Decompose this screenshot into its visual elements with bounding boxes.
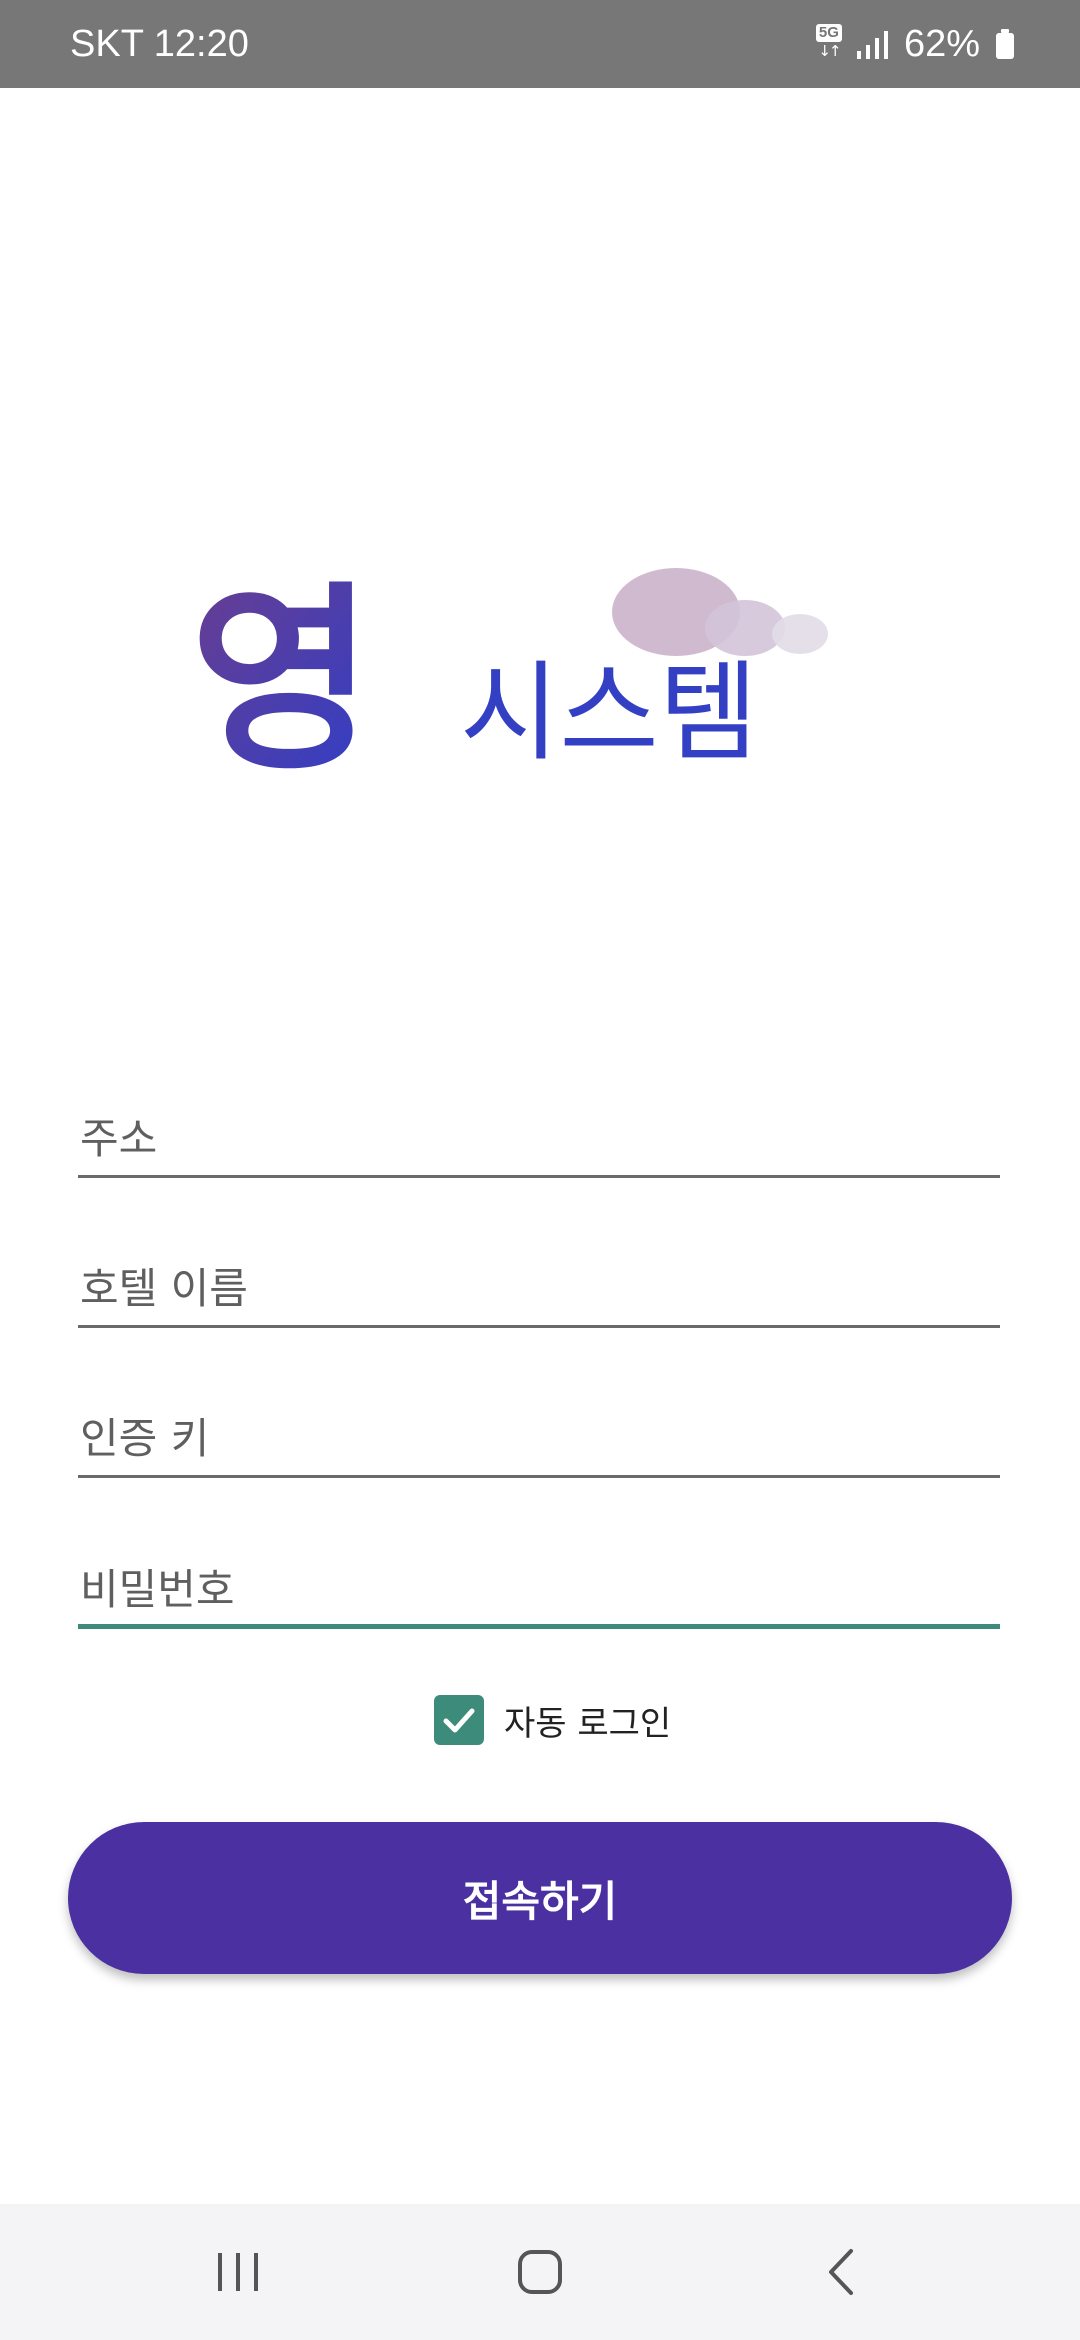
login-screen: SKT 12:20 5G ↓↑ 62% 영 시스템 주소 호텔 이름 인증 키 … [0, 0, 1080, 2340]
battery-icon [996, 29, 1014, 59]
status-indicators: 5G ↓↑ 62% [812, 20, 1014, 68]
auth-key-underline [78, 1475, 1000, 1478]
address-underline [78, 1175, 1000, 1178]
logo-bubble-small [772, 614, 828, 654]
hotel-name-underline [78, 1325, 1000, 1328]
recents-icon [218, 2253, 258, 2291]
recents-button[interactable] [198, 2232, 278, 2312]
auto-login-row[interactable]: 자동 로그인 [434, 1694, 671, 1746]
back-button[interactable] [802, 2232, 882, 2312]
connect-button[interactable]: 접속하기 [68, 1822, 1012, 1974]
logo-bubble-medium [705, 600, 785, 656]
hotel-name-placeholder: 호텔 이름 [80, 1264, 248, 1313]
check-icon [443, 1708, 475, 1733]
network-arrows: ↓↑ [818, 42, 841, 60]
network-type: 5G [815, 24, 842, 42]
password-underline [78, 1624, 1000, 1629]
navigation-bar [0, 2204, 1080, 2340]
app-logo: 영 시스템 [190, 563, 828, 780]
status-carrier-time: SKT 12:20 [70, 23, 249, 65]
5g-icon: 5G ↓↑ [812, 24, 846, 64]
home-icon [518, 2250, 562, 2294]
auto-login-label: 자동 로그인 [504, 1703, 672, 1744]
logo-text-sub: 시스템 [460, 651, 758, 776]
home-button[interactable] [500, 2232, 580, 2312]
logo-text-main: 영 [190, 563, 374, 780]
hotel-name-field[interactable]: 호텔 이름 [78, 1238, 1000, 1328]
auth-key-field[interactable]: 인증 키 [78, 1388, 1000, 1478]
back-icon [829, 2249, 853, 2295]
auth-key-placeholder: 인증 키 [80, 1414, 210, 1463]
status-bar: SKT 12:20 5G ↓↑ 62% [0, 0, 1080, 88]
connect-button-label: 접속하기 [462, 1876, 618, 1926]
password-field[interactable]: 비밀번호 [78, 1539, 1000, 1629]
address-placeholder: 주소 [80, 1114, 158, 1163]
address-field[interactable]: 주소 [78, 1088, 1000, 1178]
battery-percent: 62% [903, 23, 980, 65]
auto-login-checkbox[interactable] [434, 1695, 484, 1745]
password-placeholder: 비밀번호 [80, 1565, 235, 1614]
signal-icon [856, 31, 888, 59]
